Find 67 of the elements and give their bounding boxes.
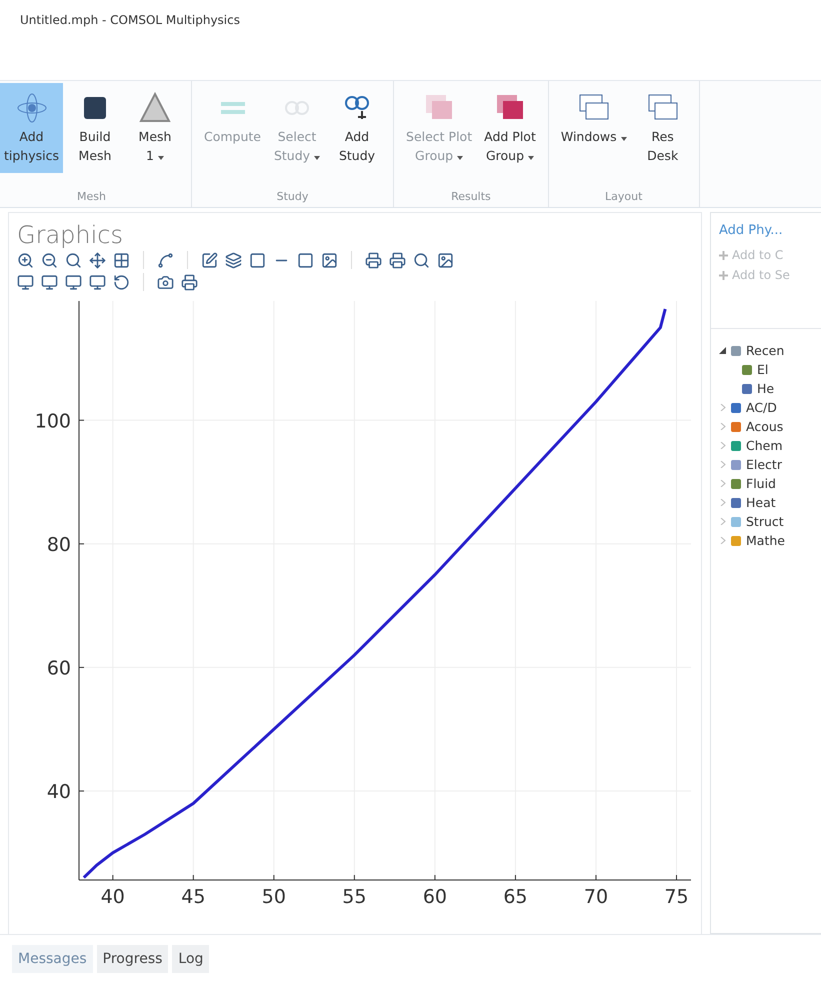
monitor-icon[interactable] xyxy=(89,274,106,290)
layers-icon[interactable] xyxy=(225,252,242,268)
tree-item[interactable]: Recen xyxy=(746,343,784,358)
tree-item[interactable]: He xyxy=(757,381,774,396)
square-icon[interactable] xyxy=(249,252,266,268)
monitor-icon[interactable] xyxy=(17,274,34,290)
ribbon-button[interactable]: Add tiphysics xyxy=(0,83,63,173)
tree-item[interactable]: Struct xyxy=(746,514,784,529)
tree-item[interactable]: Electr xyxy=(746,457,782,472)
ribbon-button[interactable]: Add Study xyxy=(329,83,386,173)
x-tick-label: 40 xyxy=(100,886,125,908)
tab[interactable]: Progress xyxy=(96,945,168,973)
y-tick-label: 100 xyxy=(34,410,71,432)
x-tick-label: 50 xyxy=(262,886,286,908)
x-tick-label: 60 xyxy=(422,886,448,908)
x-tick-label: 75 xyxy=(664,886,689,908)
atom-icon xyxy=(14,91,48,125)
ribbon-button[interactable]: Mesh 1 xyxy=(127,83,183,173)
square-icon[interactable] xyxy=(297,252,314,268)
camera-icon[interactable] xyxy=(157,274,174,290)
ribbon-button[interactable]: Windows xyxy=(556,83,631,173)
zoom-out-icon[interactable] xyxy=(41,252,58,268)
tree-item[interactable]: Acous xyxy=(746,419,784,434)
image-icon[interactable] xyxy=(437,252,454,268)
panel-title: Graphics xyxy=(16,220,124,249)
x-tick-label: 70 xyxy=(584,886,608,908)
tree-item[interactable]: Mathe xyxy=(746,533,785,548)
printer-icon[interactable] xyxy=(365,252,382,268)
rings-icon xyxy=(284,101,310,115)
rings-icon xyxy=(344,96,370,120)
y-tick-label: 40 xyxy=(46,781,71,804)
x-tick-label: 65 xyxy=(503,886,528,908)
ribbon-group-label: Study xyxy=(276,190,310,205)
printer-icon[interactable] xyxy=(181,274,198,290)
x-tick-label: 55 xyxy=(342,886,366,908)
tree-item[interactable]: Chem xyxy=(746,438,783,453)
grid-icon[interactable] xyxy=(113,252,130,268)
ribbon-button[interactable]: Add Plot Group xyxy=(480,83,540,173)
search-icon[interactable] xyxy=(413,252,430,268)
zoom-box-icon[interactable] xyxy=(65,252,82,268)
plus-icon xyxy=(719,270,728,280)
printer-icon[interactable] xyxy=(389,252,406,268)
tree-item[interactable]: Fluid xyxy=(746,476,776,491)
ribbon-group-label: Layout xyxy=(604,190,644,205)
tree-item[interactable]: El xyxy=(757,362,768,377)
window-title: Untitled.mph - COMSOL Multiphysics xyxy=(20,13,240,27)
move-icon[interactable] xyxy=(89,252,106,268)
y-tick-label: 60 xyxy=(46,657,71,680)
panel-title: Add Phy... xyxy=(719,223,784,238)
ribbon-group-label: Mesh xyxy=(76,190,107,205)
y-tick-label: 80 xyxy=(46,534,71,556)
tab[interactable]: Log xyxy=(172,945,210,973)
monitor-icon[interactable] xyxy=(65,274,82,290)
ribbon-button[interactable]: Build Mesh xyxy=(67,83,123,173)
tree-item[interactable]: Heat xyxy=(746,495,776,510)
mesh-triangle-icon xyxy=(138,91,172,125)
tree-item[interactable]: AC/D xyxy=(746,400,777,415)
reset-icon[interactable] xyxy=(113,274,130,290)
ribbon-button[interactable]: Res Desk xyxy=(634,83,691,173)
expanded-arrow-icon[interactable] xyxy=(719,347,726,354)
image-icon[interactable] xyxy=(321,252,338,268)
x-tick-label: 45 xyxy=(181,886,206,908)
plus-icon xyxy=(719,250,728,260)
monitor-icon[interactable] xyxy=(41,274,58,290)
zoom-in-icon[interactable] xyxy=(17,252,34,268)
edit-icon[interactable] xyxy=(201,252,218,268)
ribbon-group-label: Results xyxy=(450,190,492,205)
